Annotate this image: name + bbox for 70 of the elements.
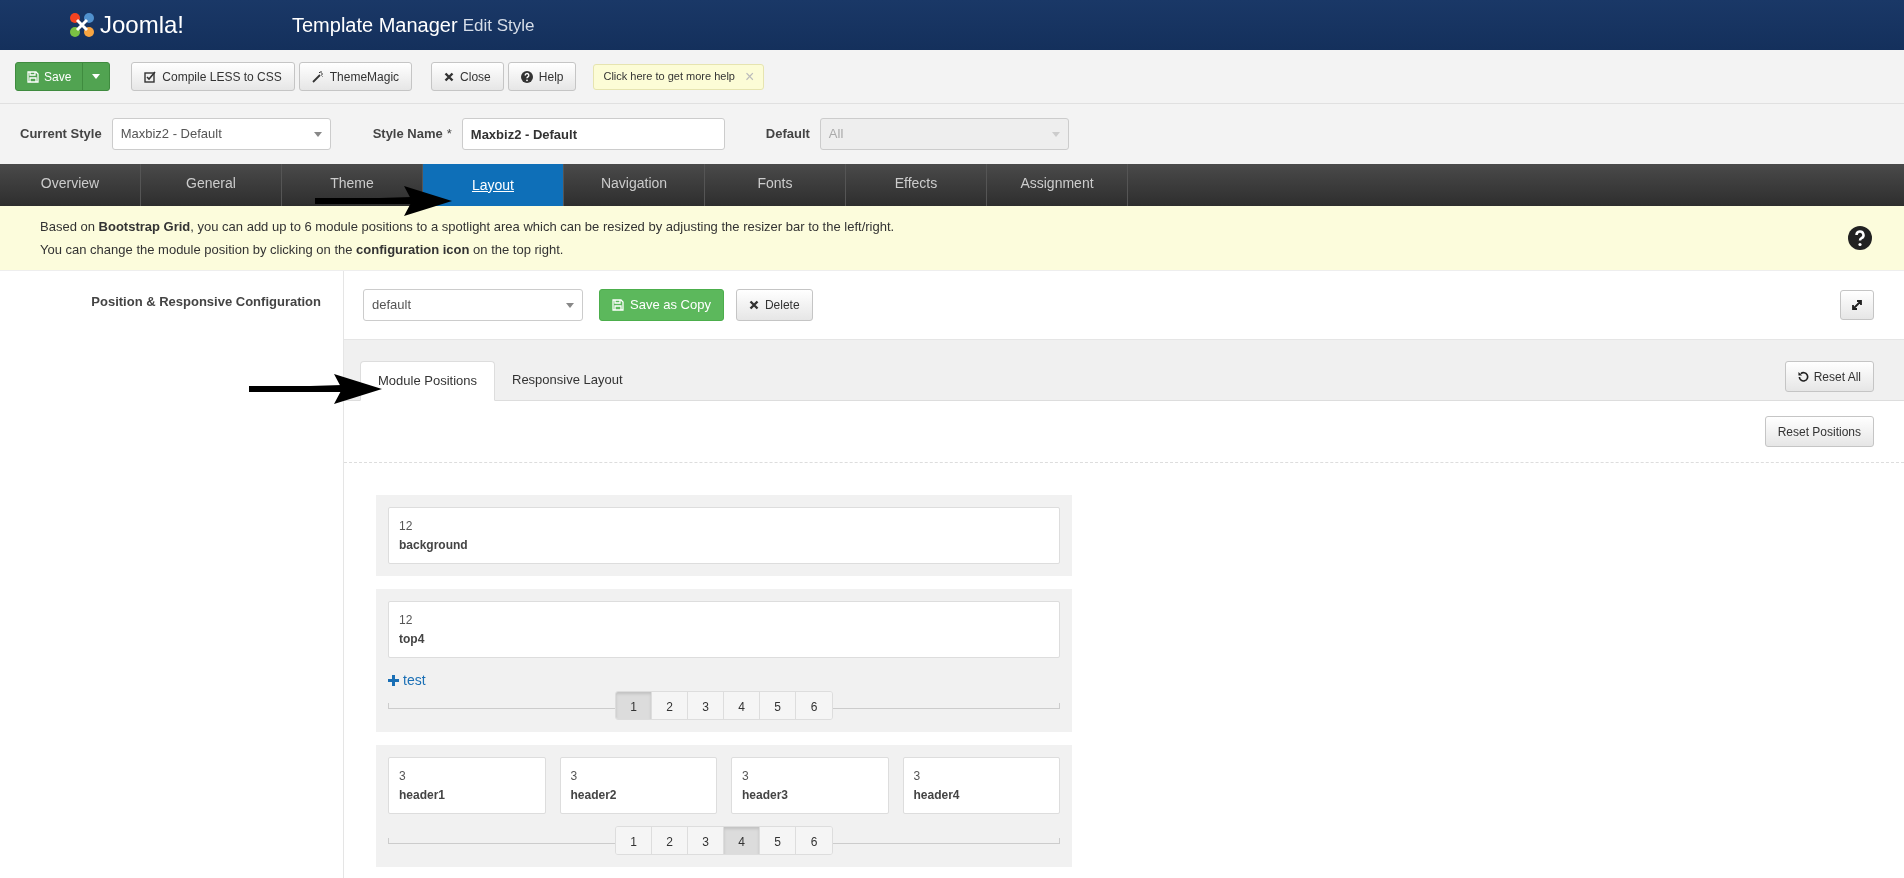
expand-icon [1851,299,1863,311]
help-icon[interactable] [1848,226,1872,250]
close-icon [748,300,759,310]
logo-text: Joomla! [100,10,185,40]
position-name: header1 [399,787,446,804]
nav-tab[interactable]: Layout [423,164,563,206]
style-name-field[interactable]: Maxbiz2 - Default [461,118,725,150]
wand-icon [311,70,324,83]
add-position-link[interactable]: test [388,670,426,691]
module-position-card[interactable]: 12 top4 [388,601,1060,658]
page-title: Template Manager [292,13,458,38]
span-number: 3 [742,768,749,785]
nav-tab[interactable]: Assignment [1020,173,1094,194]
page-subtitle: Edit Style [462,15,535,38]
sub-tab[interactable]: Module Positions [360,361,495,401]
span-number: 12 [399,518,413,535]
column-count-button[interactable]: 4 [724,827,760,854]
nav-tab[interactable]: Fonts [757,173,793,194]
required-mark: * [446,125,452,144]
logo-icon [68,11,96,39]
layout-select[interactable]: default [363,289,583,321]
reset-icon [1797,371,1809,382]
span-number: 12 [399,612,413,629]
notice-text: Based on Bootstrap Grid, you can add up to 6 module positions to a spotlight area which can be resized by adjusting the resizer bar to the left/right. [40,217,895,236]
position-name: header2 [570,787,617,804]
field-label: Default [765,125,810,144]
current-style-select[interactable]: Maxbiz2 - Default [111,118,331,150]
span-number: 3 [570,768,578,785]
module-position-card[interactable]: 3 header4 [902,757,1060,814]
section-label: Position & Responsive Configuration [91,293,321,311]
position-name: background [399,537,468,554]
field-label: Style Name [372,125,443,144]
dropdown-caret-icon [1051,131,1060,137]
compile-button[interactable]: Compile LESS to CSS [131,62,295,91]
sub-tab[interactable]: Responsive Layout [495,360,640,400]
dropdown-caret-icon [313,131,322,137]
save-icon [612,299,624,311]
span-number: 3 [913,768,921,785]
nav-tab[interactable]: Effects [894,173,938,194]
close-icon [444,71,455,82]
magic-button[interactable]: ThemeMagic [298,62,413,91]
module-position-card[interactable]: 3 header1 [388,757,546,814]
position-name: top4 [399,631,425,648]
field-label: Current Style [20,125,102,144]
help-tip: Click here to get more help × [593,63,765,90]
column-count-button[interactable]: 1 [616,692,652,719]
notice-text: You can change the module position by clicking on the configuration icon on the top right. [40,241,565,259]
nav-tab[interactable]: General [186,173,236,194]
nav-tab[interactable]: Navigation [600,173,668,194]
save-icon [27,70,39,83]
delete-button[interactable]: Delete [735,289,813,321]
fullscreen-button[interactable] [1840,290,1874,320]
plus-icon [388,675,399,686]
help-icon [520,70,533,83]
nav-tab[interactable]: Theme [330,173,374,194]
checkbox-icon [144,70,157,83]
help-button[interactable]: Help [507,62,577,91]
column-count-button[interactable]: 1 [616,827,652,854]
dropdown-caret-icon [566,302,574,308]
position-name: header3 [742,787,789,804]
nav-tab[interactable]: Overview [40,173,100,194]
reset-all-button[interactable]: Reset All [1784,361,1874,392]
position-name: header4 [913,787,960,804]
module-position-card[interactable]: 3 header2 [559,757,717,814]
reset-positions-button[interactable]: Reset Positions [1764,416,1874,447]
caret-icon [92,74,101,79]
close-button[interactable]: Close [431,62,504,91]
module-position-card[interactable]: 3 header3 [731,757,889,814]
span-number: 3 [399,768,406,785]
module-position-card[interactable]: 12 background [388,507,1060,564]
